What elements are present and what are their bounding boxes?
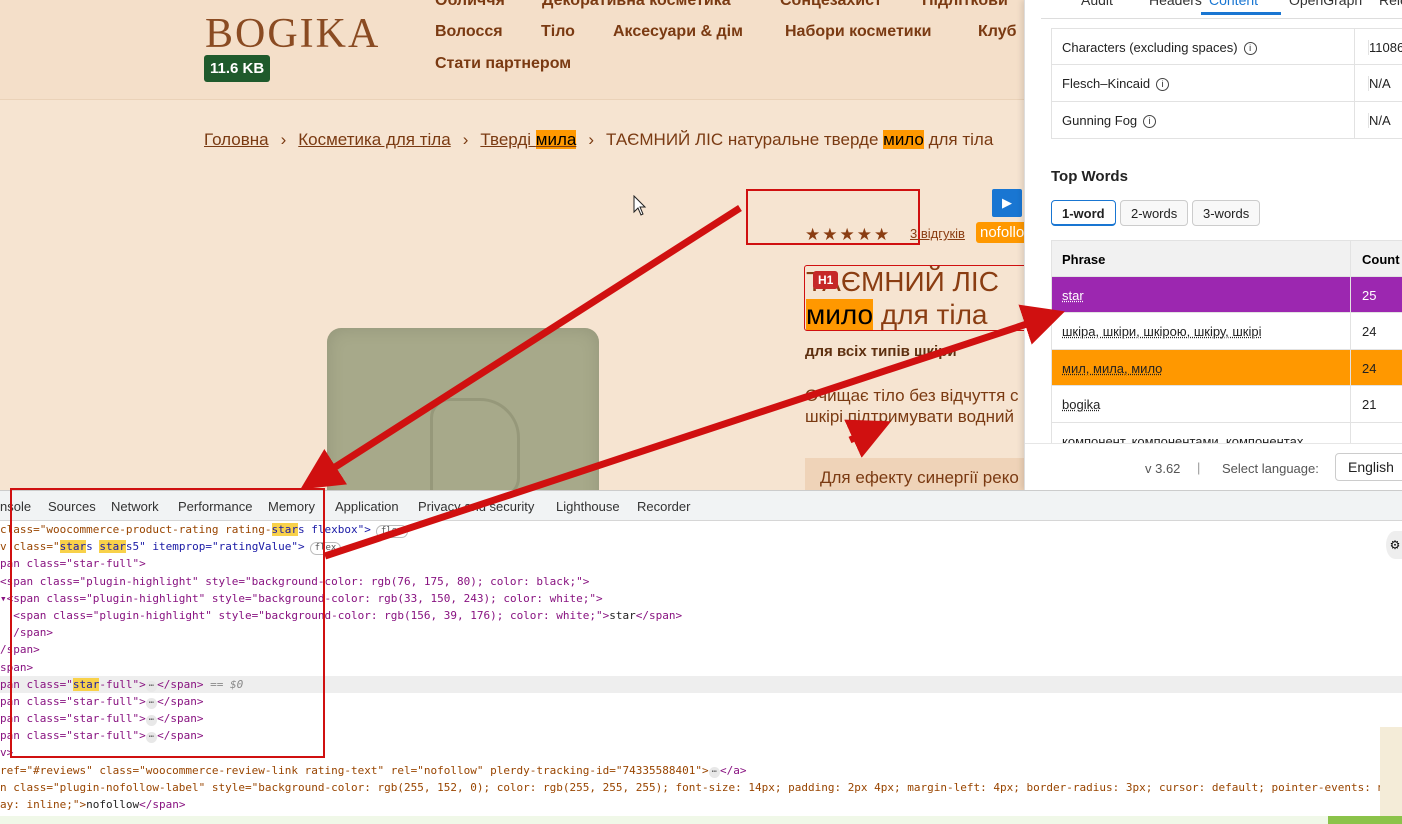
mouse-cursor-icon [633, 194, 647, 222]
tab-recorder[interactable]: Recorder [637, 499, 690, 514]
tab-audit[interactable]: Audit [1081, 0, 1113, 8]
rating-stars: ★★★★★ [805, 225, 892, 244]
nav-item-partner[interactable]: Стати партнером [435, 55, 571, 73]
reviews-link[interactable]: 3 відгуків [910, 226, 965, 241]
tab-privacy-security[interactable]: Privacy and security [418, 499, 534, 514]
tab-application[interactable]: Application [335, 499, 399, 514]
extension-footer: v 3.62 | Select language: English [1025, 443, 1402, 490]
stat-characters: Characters (excluding spaces) i 11086 [1051, 28, 1402, 66]
nav-item-hair[interactable]: Волосся [435, 23, 503, 41]
soap-logo-emboss [430, 398, 520, 490]
nav-item-face[interactable]: Обличчя [435, 0, 505, 10]
nav-item-club[interactable]: Клуб [978, 23, 1017, 41]
play-icon[interactable]: ▶ [992, 189, 1022, 217]
top-words-table: Phrase Count star 25 шкіра, шкіри, шкірою,… [1051, 240, 1402, 459]
nav-item-accessories[interactable]: Аксесуари & дім [613, 23, 743, 41]
breadcrumb-separator-icon: › [280, 130, 287, 149]
status-bar-accent [1328, 816, 1402, 824]
site-logo[interactable]: BOGIKA [205, 10, 380, 58]
info-icon[interactable]: i [1243, 42, 1257, 55]
info-icon[interactable]: i [1156, 78, 1170, 91]
annotation-box-devtools [10, 488, 325, 758]
breadcrumb: Головна › Косметика для тіла › Тверді мила › Т… [204, 130, 993, 150]
synergy-note: Для ефекту синергії реко [805, 458, 1045, 490]
seo-extension-panel: Audit Headers Content OpenGraph Rele Cha… [1024, 0, 1402, 490]
product-subtitle: для всіх типів шкіри [805, 343, 957, 360]
nav-item-body[interactable]: Тіло [541, 23, 575, 41]
h1-badge: H1 [813, 271, 839, 289]
breadcrumb-body-cosmetics[interactable]: Косметика для тіла [298, 130, 450, 149]
tab-opengraph[interactable]: OpenGraph [1289, 0, 1362, 8]
nav-item-makeup[interactable]: Декоративна косметика [542, 0, 731, 10]
settings-gear-icon[interactable]: ⚙ [1386, 531, 1402, 559]
language-select[interactable]: English [1335, 453, 1402, 481]
ellipsis-icon[interactable]: ⋯ [708, 766, 721, 778]
breadcrumb-home[interactable]: Головна [204, 130, 269, 149]
info-icon[interactable]: i [1143, 115, 1157, 128]
table-row: bogika 21 [1051, 386, 1402, 423]
nofollow-badge: nofollo [976, 222, 1029, 243]
table-body: star 25 шкіра, шкіри, шкірою, шкіру, шкірі… [1051, 276, 1402, 459]
phrase-cell[interactable]: шкіра, шкіри, шкірою, шкіру, шкірі [1062, 324, 1261, 339]
language-label: Select language: [1222, 461, 1319, 476]
stat-flesch-kincaid: Flesch–Kincaid i N/A [1051, 65, 1402, 102]
breadcrumb-current: ТАЄМНИЙ ЛІС натуральне тверде мило для т… [606, 130, 994, 149]
table-row: star 25 [1051, 276, 1402, 313]
nav-item-teen[interactable]: Підліткови [922, 0, 1008, 10]
page-size-badge: 11.6 KB [204, 55, 271, 82]
count-cell: 24 [1362, 360, 1377, 376]
tab-content[interactable]: Content [1201, 0, 1281, 15]
table-row: мил, мила, мило 24 [1051, 349, 1402, 386]
breadcrumb-separator-icon: › [588, 130, 595, 149]
tab-related[interactable]: Rele [1379, 0, 1402, 8]
dom-line[interactable]: n class="plugin-nofollow-label" style="b… [0, 779, 1402, 796]
product-description: Очищає тіло без відчуття с шкірі підтрим… [805, 386, 1019, 426]
breadcrumb-solid-soaps[interactable]: Тверді мила [480, 130, 577, 149]
top-words-title: Top Words [1051, 168, 1128, 185]
status-bar [0, 816, 1402, 824]
tab-3-words[interactable]: 3-words [1192, 200, 1261, 226]
table-header: Phrase Count [1051, 240, 1402, 277]
tabs-divider [1041, 18, 1402, 19]
table-row: шкіра, шкіри, шкірою, шкіру, шкірі 24 [1051, 313, 1402, 350]
breadcrumb-separator-icon: › [462, 130, 469, 149]
tab-2-words[interactable]: 2-words [1120, 200, 1189, 226]
phrase-cell[interactable]: мил, мила, мило [1062, 361, 1162, 376]
dom-line[interactable]: ref="#reviews" class="woocommerce-review… [0, 762, 1402, 779]
count-cell: 24 [1362, 324, 1377, 339]
corner-decoration [1380, 727, 1402, 817]
stat-gunning-fog: Gunning Fog i N/A [1051, 102, 1402, 139]
count-cell: 21 [1362, 397, 1377, 412]
phrase-cell[interactable]: star [1062, 288, 1084, 303]
phrase-cell[interactable]: bogika [1062, 397, 1100, 412]
flex-badge[interactable]: flex [375, 525, 408, 538]
nav-item-sunscreen[interactable]: Сонцезахист [780, 0, 882, 10]
tab-1-word[interactable]: 1-word [1051, 200, 1116, 226]
count-cell: 25 [1362, 287, 1377, 303]
tab-headers[interactable]: Headers [1149, 0, 1202, 8]
tab-lighthouse[interactable]: Lighthouse [556, 499, 620, 514]
dom-line[interactable]: ay: inline;">nofollow</span> [0, 796, 1402, 813]
nav-item-sets[interactable]: Набори косметики [785, 23, 931, 41]
version-label: v 3.62 [1145, 461, 1181, 476]
expand-triangle-icon[interactable]: ▾ [0, 592, 7, 605]
